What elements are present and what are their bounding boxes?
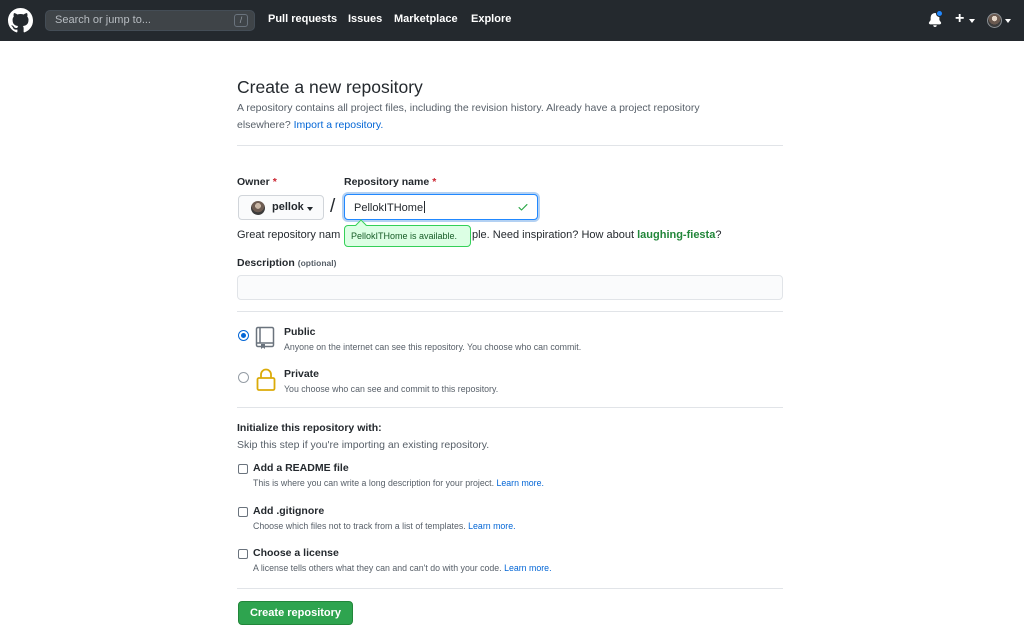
nav-issues[interactable]: Issues <box>348 13 382 25</box>
page-intro-line2: elsewhere? Import a repository. <box>237 119 383 131</box>
nav-pull-requests[interactable]: Pull requests <box>268 13 337 25</box>
availability-tooltip: PellokITHome is available. <box>344 219 471 247</box>
create-repository-label: Create repository <box>249 607 342 619</box>
public-option-title[interactable]: Public <box>284 326 316 338</box>
top-navbar: Search or jump to... / Pull requests Iss… <box>0 0 1024 41</box>
search-shortcut-key: / <box>234 14 248 27</box>
repo-name-label: Repository name * <box>344 176 436 188</box>
divider <box>237 145 783 146</box>
text-cursor <box>424 201 426 213</box>
readme-desc-text: This is where you can write a long descr… <box>253 478 495 488</box>
hint-middle-wrap: ple. Need inspiration? How about laughin… <box>472 229 721 241</box>
create-new-plus-icon[interactable]: + <box>955 10 964 28</box>
gitignore-option-title[interactable]: Add .gitignore <box>253 505 324 517</box>
gitignore-checkbox[interactable] <box>238 507 248 517</box>
hint-prefix: Great repository nam <box>237 229 341 241</box>
page-intro-line1: A repository contains all project files,… <box>237 102 700 114</box>
unread-indicator-dot <box>936 10 943 17</box>
hint-suffix: ? <box>715 229 722 241</box>
owner-label-text: Owner <box>237 176 270 188</box>
nav-explore[interactable]: Explore <box>471 13 511 25</box>
owner-select-button[interactable]: pellok <box>238 195 324 220</box>
license-option-title[interactable]: Choose a license <box>253 547 339 559</box>
initialize-title: Initialize this repository with: <box>237 422 382 434</box>
required-asterisk: * <box>272 176 277 188</box>
divider <box>237 588 783 589</box>
repo-name-label-text: Repository name <box>344 176 430 188</box>
github-logo-icon[interactable] <box>8 8 33 33</box>
private-radio[interactable] <box>238 372 249 383</box>
readme-option-description: This is where you can write a long descr… <box>253 478 544 488</box>
repo-book-icon <box>255 326 275 349</box>
repository-name-value: PellokITHome <box>354 201 426 214</box>
private-option-title[interactable]: Private <box>284 368 319 380</box>
description-input[interactable] <box>237 275 783 300</box>
hint-middle: ple. Need inspiration? How about <box>472 229 638 241</box>
page-title: Create a new repository <box>237 77 423 97</box>
availability-text: PellokITHome is available. <box>351 231 458 241</box>
description-label: Description (optional) <box>237 257 336 269</box>
create-repository-button[interactable]: Create repository <box>238 601 353 625</box>
license-learn-more-link[interactable]: Learn more. <box>504 563 551 573</box>
license-desc-text: A license tells others what they can and… <box>253 563 502 573</box>
public-option-description: Anyone on the internet can see this repo… <box>284 342 582 352</box>
nav-marketplace[interactable]: Marketplace <box>394 13 458 25</box>
optional-tag: (optional) <box>297 258 337 268</box>
search-input[interactable]: Search or jump to... / <box>45 10 255 31</box>
public-radio[interactable] <box>238 330 249 341</box>
readme-checkbox[interactable] <box>238 464 248 474</box>
create-menu-caret-icon[interactable] <box>969 19 975 23</box>
divider <box>237 407 783 408</box>
gitignore-learn-more-link[interactable]: Learn more. <box>468 521 515 531</box>
owner-label: Owner * <box>237 176 277 188</box>
divider <box>237 311 783 312</box>
readme-learn-more-link[interactable]: Learn more. <box>497 478 544 488</box>
tooltip-arrow <box>355 219 367 231</box>
owner-name: pellok <box>272 201 304 213</box>
required-asterisk: * <box>432 176 437 188</box>
user-menu-caret-icon[interactable] <box>1005 19 1011 23</box>
search-placeholder: Search or jump to... <box>55 14 151 26</box>
owner-avatar <box>251 201 265 215</box>
import-repository-link[interactable]: Import a repository. <box>294 119 384 131</box>
private-option-description: You choose who can see and commit to thi… <box>284 384 499 394</box>
license-checkbox[interactable] <box>238 549 248 559</box>
repository-name-input[interactable]: PellokITHome <box>344 194 538 220</box>
initialize-subtitle: Skip this step if you're importing an ex… <box>237 439 490 451</box>
readme-option-title[interactable]: Add a README file <box>253 462 349 474</box>
repository-name-text: PellokITHome <box>354 202 424 214</box>
owner-repo-separator: / <box>330 196 336 217</box>
user-avatar-menu[interactable] <box>987 13 1002 28</box>
gitignore-option-description: Choose which files not to track from a l… <box>253 521 516 531</box>
intro-prefix: elsewhere? <box>237 119 294 131</box>
description-label-text: Description <box>237 257 295 269</box>
lock-icon <box>256 368 276 391</box>
gitignore-desc-text: Choose which files not to track from a l… <box>253 521 466 531</box>
suggested-name-link[interactable]: laughing-fiesta <box>637 229 715 241</box>
check-icon <box>518 204 528 211</box>
owner-caret-icon <box>307 207 313 211</box>
license-option-description: A license tells others what they can and… <box>253 563 552 573</box>
